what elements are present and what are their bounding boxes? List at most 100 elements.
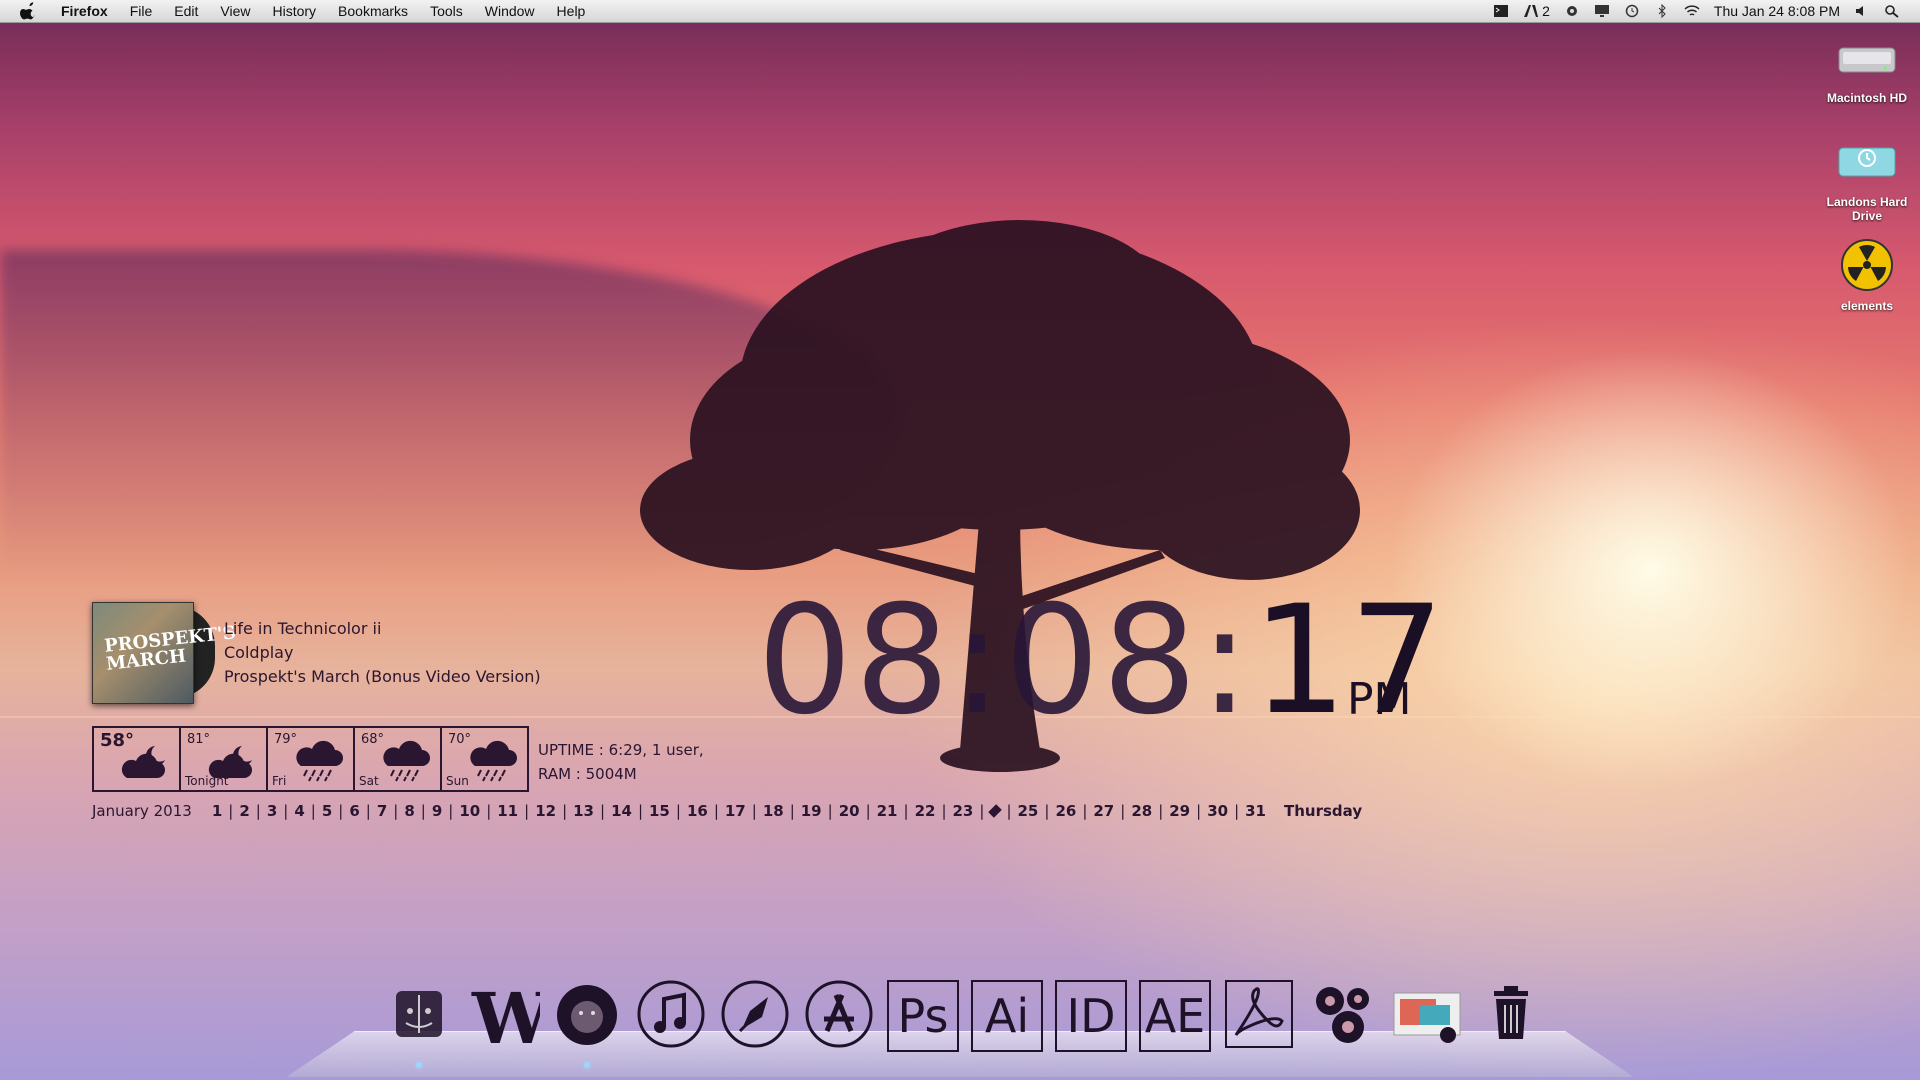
calendar-day: 20: [838, 802, 860, 820]
calendar-separator: |: [1082, 802, 1088, 820]
dock-item-system-preferences[interactable]: [1304, 978, 1382, 1054]
time-machine-icon[interactable]: [1624, 4, 1640, 18]
dock-item-itunes[interactable]: [632, 978, 710, 1054]
calendar-separator: |: [524, 802, 530, 820]
display-icon[interactable]: [1594, 4, 1610, 18]
calendar-separator: |: [283, 802, 289, 820]
radiation-icon: [1841, 239, 1893, 291]
calendar-separator: |: [228, 802, 234, 820]
weather-fri: 79° Fri: [268, 728, 355, 790]
weather-current: 58°: [94, 728, 181, 790]
weather-day: Sat: [359, 774, 379, 788]
now-playing-info: Life in Technicolor ii Coldplay Prospekt…: [224, 617, 541, 689]
menu-firefox[interactable]: Firefox: [61, 3, 108, 19]
calendar-day: 9: [431, 802, 443, 820]
calendar-day: 16: [686, 802, 708, 820]
track-album: Prospekt's March (Bonus Video Version): [224, 667, 541, 686]
app-store-icon: [802, 977, 876, 1055]
calendar-day: 21: [876, 802, 898, 820]
calendar-day: 7: [376, 802, 388, 820]
time-machine-drive-icon: [1838, 147, 1896, 177]
calendar-separator: |: [979, 802, 985, 820]
calendar-day: 5: [321, 802, 333, 820]
dock-item-after-effects[interactable]: AE: [1136, 978, 1214, 1054]
cloud-moon-icon: [208, 746, 252, 778]
desktop-icon-elements[interactable]: elements: [1815, 238, 1919, 313]
dock-item-trash[interactable]: [1472, 978, 1550, 1054]
hard-drive-icon: [1838, 47, 1896, 73]
bluetooth-icon[interactable]: [1654, 4, 1670, 18]
ram-text: RAM : 5004M: [538, 765, 637, 783]
calendar-separator: |: [1196, 802, 1202, 820]
menu-bar: Firefox File Edit View History Bookmarks…: [0, 0, 1920, 23]
clock-hours-minutes: 08:08:: [757, 574, 1252, 748]
calendar-separator: |: [1234, 802, 1240, 820]
gear-icon[interactable]: [1564, 4, 1580, 18]
finder-icon: [382, 977, 456, 1055]
menu-window[interactable]: Window: [485, 3, 535, 19]
menu-history[interactable]: History: [272, 3, 316, 19]
dock-item-finder[interactable]: [380, 977, 458, 1068]
spotlight-search-icon[interactable]: [1884, 4, 1900, 18]
wallpaper-cloud-band: [0, 250, 900, 580]
menu-file[interactable]: File: [130, 3, 153, 19]
calendar-separator: |: [637, 802, 643, 820]
menu-help[interactable]: Help: [557, 3, 586, 19]
dock-item-photoshop[interactable]: Ps: [884, 978, 962, 1054]
calendar-day: 4: [294, 802, 305, 820]
calendar-day: 14: [611, 802, 632, 820]
menu-tools[interactable]: Tools: [430, 3, 463, 19]
illustrator-icon: Ai: [971, 980, 1043, 1052]
running-indicator: [416, 1062, 422, 1068]
trash-icon: [1474, 977, 1548, 1055]
volume-icon[interactable]: [1854, 4, 1870, 18]
cloud-moon-icon: [121, 746, 165, 778]
rain-icon: [296, 740, 343, 782]
calendar-today-marker: [988, 804, 1003, 818]
calendar-separator: |: [1158, 802, 1164, 820]
photoshop-icon: Ps: [887, 980, 959, 1052]
dock-item-app-store[interactable]: [800, 978, 878, 1054]
desktop-icon-macintosh-hd[interactable]: Macintosh HD: [1815, 30, 1919, 105]
menu-view[interactable]: View: [220, 3, 250, 19]
track-artist: Coldplay: [224, 643, 294, 662]
dock-item-illustrator[interactable]: Ai: [968, 978, 1046, 1054]
track-title: Life in Technicolor ii: [224, 619, 382, 638]
calendar-separator: |: [903, 802, 909, 820]
calendar-day: 26: [1055, 802, 1077, 820]
dock-item-safari-lion[interactable]: [548, 978, 626, 1068]
dock-item-preview[interactable]: [1388, 978, 1466, 1054]
wifi-icon[interactable]: [1684, 4, 1700, 18]
dock-item-acrobat[interactable]: [1220, 978, 1298, 1054]
menu-bookmarks[interactable]: Bookmarks: [338, 3, 408, 19]
desktop-clock: 08:08:17: [757, 586, 1447, 736]
calendar-day: 31: [1245, 802, 1266, 820]
weather-sat: 68° Sat: [355, 728, 442, 790]
calendar-separator: |: [562, 802, 568, 820]
adobe-updater-status[interactable]: 2: [1523, 3, 1550, 19]
running-indicator: [584, 1062, 590, 1068]
calendar-separator: |: [865, 802, 871, 820]
indesign-icon: ID: [1055, 980, 1127, 1052]
apple-menu-icon[interactable]: [20, 2, 38, 20]
svg-text:W: W: [471, 977, 540, 1051]
dock-item-launchpad[interactable]: [716, 978, 794, 1054]
menu-edit[interactable]: Edit: [174, 3, 198, 19]
calendar-day: 28: [1131, 802, 1153, 820]
adobe-icon: [1524, 5, 1539, 17]
calendar-day: 30: [1207, 802, 1229, 820]
dock-item-indesign[interactable]: ID: [1052, 978, 1130, 1054]
calendar-separator: |: [393, 802, 399, 820]
menubar-clock[interactable]: Thu Jan 24 8:08 PM: [1714, 3, 1840, 19]
calendar-day: 15: [649, 802, 670, 820]
calendar-separator: |: [255, 802, 261, 820]
calendar-separator: |: [600, 802, 606, 820]
album-art[interactable]: PROSPEKT'S MARCH: [92, 602, 237, 704]
calendar-separator: |: [713, 802, 719, 820]
terminal-icon[interactable]: [1493, 4, 1509, 18]
desktop-icon-landons-hard-drive[interactable]: Landons Hard Drive: [1815, 134, 1919, 223]
calendar-day: 22: [914, 802, 936, 820]
adobe-count: 2: [1542, 3, 1550, 19]
dock-item-word[interactable]: W: [464, 977, 552, 1060]
status-area: 2 Thu Jan 24 8:08 PM: [1493, 3, 1920, 19]
